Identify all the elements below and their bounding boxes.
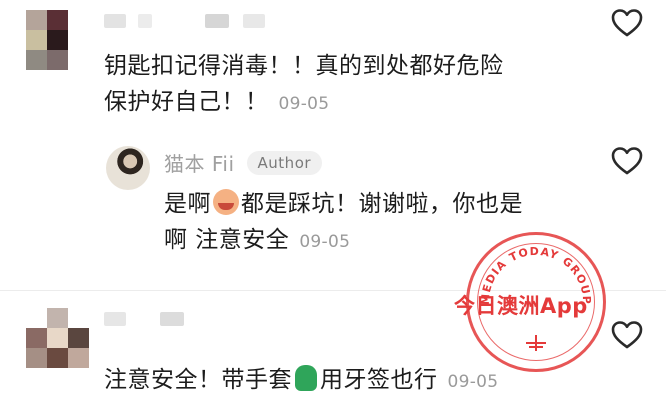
avatar[interactable] — [26, 10, 89, 70]
avatar-pixel — [68, 328, 89, 348]
username-redacted — [138, 14, 152, 28]
watermark-stamp: MEDIA TODAY GROUP 今日澳洲App — [454, 232, 606, 372]
comment-date: 09-05 — [299, 232, 351, 252]
avatar-pixel — [68, 30, 89, 50]
avatar-pixel — [26, 30, 47, 50]
avatar-pixel — [68, 50, 89, 70]
username-redacted — [160, 312, 184, 326]
green-glove-emoji — [295, 365, 317, 391]
username-redacted — [205, 14, 229, 28]
username-redacted — [104, 14, 126, 28]
avatar-pixel — [26, 348, 47, 368]
avatar-pixel — [68, 348, 89, 368]
like-heart-icon[interactable] — [611, 320, 643, 350]
avatar-pixel — [47, 348, 68, 368]
avatar-pixel — [26, 328, 47, 348]
like-heart-icon[interactable] — [611, 146, 643, 176]
username-redacted — [243, 14, 265, 28]
author-avatar[interactable] — [106, 146, 150, 190]
avatar-pixel — [47, 328, 68, 348]
username-redacted — [104, 312, 126, 326]
avatar-pixel — [47, 50, 68, 70]
author-badge: Author — [246, 150, 323, 175]
avatar-pixel — [26, 50, 47, 70]
avatar-pixel — [68, 10, 89, 30]
comment-body: 钥匙扣记得消毒！！真的到处都好危险 保护好自己！！ 09-05 — [104, 48, 504, 122]
crying-face-emoji — [213, 189, 239, 215]
avatar-pixel — [26, 308, 47, 328]
avatar[interactable] — [26, 308, 89, 368]
comment-date: 09-05 — [278, 94, 330, 114]
avatar-pixel — [47, 30, 68, 50]
comment-line: 钥匙扣记得消毒！！真的到处都好危险 — [104, 53, 504, 79]
avatar-pixel — [68, 308, 89, 328]
comment-line: 保护好自己！！ 09-05 — [104, 89, 330, 115]
watermark-brand-text: 今日澳洲App — [454, 294, 588, 318]
comment-body: 注意安全！带手套 用牙签也行 09-05 — [104, 362, 498, 400]
comment-line: 注意安全！带手套 用牙签也行 09-05 — [104, 365, 499, 393]
comment-date: 09-05 — [447, 372, 499, 392]
avatar-pixel — [47, 308, 68, 328]
like-heart-icon[interactable] — [611, 8, 643, 38]
reply-header: 猫本 Fii Author — [164, 148, 323, 177]
avatar-pixel — [47, 10, 68, 30]
author-name[interactable]: 猫本 Fii — [164, 148, 235, 177]
comment-line: 是啊 都是踩坑！谢谢啦，你也是 — [164, 189, 523, 217]
avatar-pixel — [26, 10, 47, 30]
